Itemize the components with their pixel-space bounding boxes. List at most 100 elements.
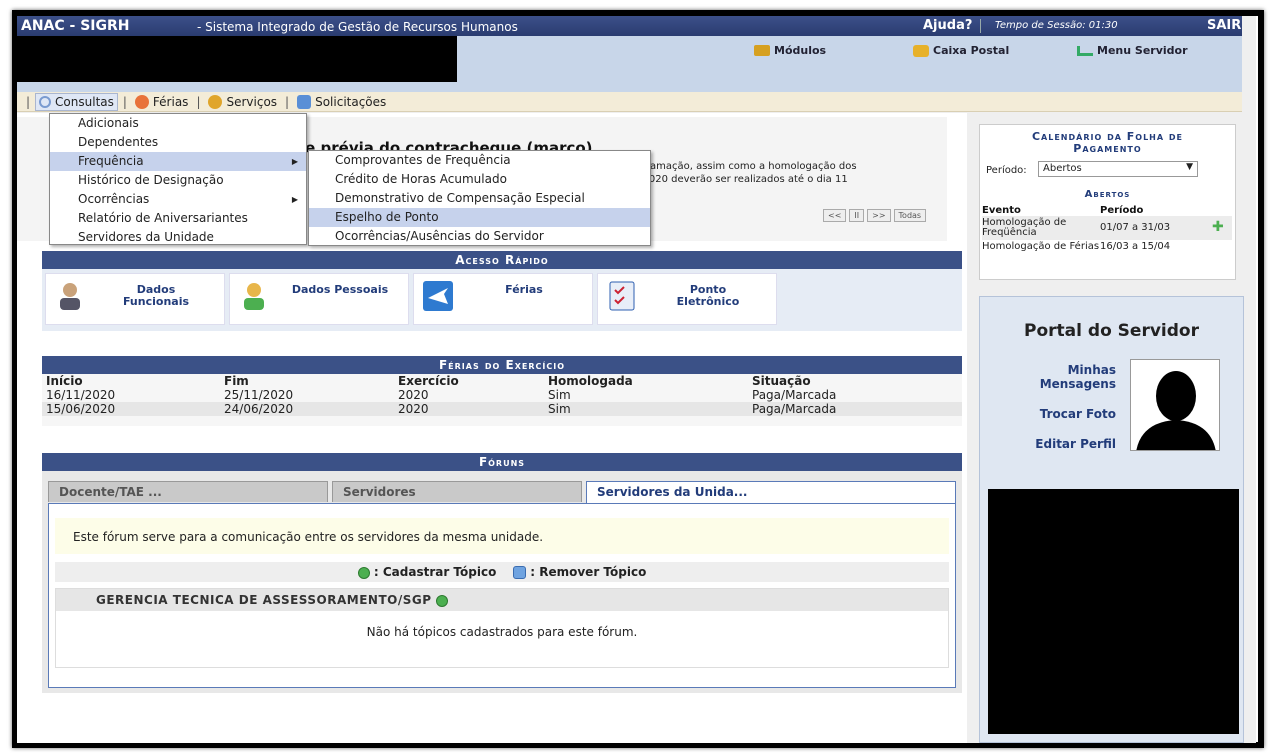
table-cell: 2020	[394, 402, 544, 416]
menu-servidor-button[interactable]: Menu Servidor	[1077, 44, 1188, 57]
menu-solicitacoes-label: Solicitações	[315, 94, 387, 109]
menu-item-frequencia[interactable]: Frequência ▶	[50, 152, 306, 171]
submenu-arrow-icon: ▶	[291, 195, 298, 204]
table-cell[interactable]: ✚	[1212, 216, 1232, 240]
table-cell: 01/07 a 31/03	[1100, 216, 1212, 240]
table-cell: Paga/Marcada	[752, 388, 837, 402]
redacted-panel	[988, 489, 1239, 734]
quick-ferias[interactable]: Férias	[413, 273, 593, 325]
minhas-mensagens-link[interactable]: Minhas Mensagens	[990, 363, 1116, 391]
menu-divider: |	[196, 94, 201, 109]
menu-servidor-label: Menu Servidor	[1097, 44, 1188, 57]
app-subtitle: - Sistema Integrado de Gestão de Recurso…	[197, 20, 518, 34]
modulos-label: Módulos	[774, 44, 827, 57]
avatar	[1130, 359, 1220, 451]
menu-item-dependentes[interactable]: Dependentes	[50, 133, 306, 152]
menu-item-demonstrativo[interactable]: Demonstrativo de Compensação Especial	[309, 189, 650, 208]
column-header: Homologada	[548, 374, 633, 388]
forum-group-header: GERENCIA TECNICA DE ASSESSORAMENTO/SGP	[56, 589, 948, 611]
cadastrar-topico-label[interactable]: : Cadastrar Tópico	[374, 565, 496, 579]
table-cell: Homologação de Férias	[982, 241, 1100, 252]
table-cell	[1212, 240, 1232, 254]
forum-empty-message: Não há tópicos cadastrados para este fór…	[366, 625, 638, 639]
menu-divider: |	[122, 94, 127, 109]
trocar-foto-link[interactable]: Trocar Foto	[990, 407, 1116, 421]
menu-servicos-label: Serviços	[226, 94, 278, 109]
forum-group-name: GERENCIA TECNICA DE ASSESSORAMENTO/SGP	[96, 593, 432, 607]
table-cell: 15/06/2020	[42, 402, 220, 416]
table-cell: Sim	[544, 402, 748, 416]
plus-icon[interactable]: ✚	[1212, 219, 1224, 235]
period-label: Período:	[986, 165, 1027, 176]
quick-dados-pessoais[interactable]: Dados Pessoais	[229, 273, 409, 325]
quick-label: Férias	[505, 283, 543, 296]
menu-item-relatorio-aniversariantes[interactable]: Relatório de Aniversariantes	[50, 209, 306, 228]
menu-item-credito-horas[interactable]: Crédito de Horas Acumulado	[309, 170, 650, 189]
table-header-row: Início Fim Exercício Homologada Situação	[42, 374, 962, 388]
column-header: Período	[1100, 205, 1144, 216]
checklist-icon	[609, 281, 635, 311]
column-header: Situação	[752, 374, 811, 388]
table-cell: 16/03 a 15/04	[1100, 241, 1171, 252]
table-row: 15/06/2020 24/06/2020 2020 Sim Paga/Marc…	[42, 402, 962, 416]
menu-item-adicionais[interactable]: Adicionais	[50, 114, 306, 133]
news-text-line: eprogramação, assim como a homologação d…	[617, 161, 857, 172]
forum-tabs: Docente/TAE ... Servidores Servidores da…	[48, 481, 956, 503]
logout-link[interactable]: SAIR	[1207, 18, 1241, 33]
chevron-down-icon: ▼	[1186, 162, 1193, 172]
menu-ferias[interactable]: Férias	[132, 94, 192, 110]
table-cell: 2020	[398, 388, 429, 402]
ferias-exercicio-panel: Férias do Exercício Início Fim Exercício…	[42, 356, 962, 426]
news-text-line: abril/2020 deverão ser realizados até o …	[617, 174, 848, 185]
menu-solicitacoes[interactable]: Solicitações	[294, 94, 389, 110]
help-link[interactable]: Ajuda?	[923, 18, 972, 33]
pager-pause[interactable]: II	[849, 209, 865, 222]
menu-item-comprovantes[interactable]: Comprovantes de Frequência	[309, 151, 650, 170]
period-value: Abertos	[1043, 163, 1082, 174]
frequencia-submenu: Comprovantes de Frequência Crédito de Ho…	[308, 150, 651, 246]
menu-item-servidores-unidade[interactable]: Servidores da Unidade	[50, 228, 306, 247]
pager-all[interactable]: Todas	[893, 209, 927, 222]
calendario-panel: Calendário da Folha de Pagamento Período…	[979, 124, 1236, 280]
tab-servidores[interactable]: Servidores	[332, 481, 582, 502]
avatar-silhouette-icon	[1136, 371, 1216, 450]
pager-first[interactable]: <<	[823, 209, 847, 222]
remover-topico-label[interactable]: : Remover Tópico	[530, 565, 646, 579]
foruns-panel: Fóruns Docente/TAE ... Servidores Servid…	[42, 453, 962, 693]
column-header	[1212, 205, 1232, 216]
table-header-row: Evento Período	[982, 205, 1232, 216]
menu-item-historico-designacao[interactable]: Histórico de Designação	[50, 171, 306, 190]
period-select[interactable]: Abertos ▼	[1038, 161, 1198, 177]
table-cell: Homologação de Freqüência	[982, 216, 1100, 240]
quick-ponto-eletronico[interactable]: Ponto Eletrônico	[597, 273, 777, 325]
table-cell: 16/11/2020	[46, 388, 116, 402]
menu-divider: |	[285, 94, 290, 109]
editar-perfil-link[interactable]: Editar Perfil	[990, 437, 1116, 451]
employee-icon	[60, 283, 80, 310]
tab-servidores-unidade[interactable]: Servidores da Unida...	[586, 481, 956, 503]
tab-docente-tae[interactable]: Docente/TAE ...	[48, 481, 328, 502]
menu-consultas[interactable]: Consultas	[35, 92, 118, 111]
menu-item-ocorrencias-ausencias[interactable]: Ocorrências/Ausências do Servidor	[309, 227, 650, 246]
forum-tab-body: Este fórum serve para a comunicação entr…	[48, 503, 956, 688]
menu-item-ocorrencias[interactable]: Ocorrências ▶	[50, 190, 306, 209]
table-row: Homologação de Férias 16/03 a 15/04	[982, 240, 1232, 254]
modulos-button[interactable]: Módulos	[754, 44, 826, 57]
menu-servicos[interactable]: Serviços	[205, 94, 280, 110]
person-icon	[244, 283, 264, 310]
pager-next[interactable]: >>	[867, 209, 891, 222]
quick-label: Dados Funcionais	[122, 283, 190, 308]
column-header: Início	[46, 374, 83, 388]
app-window: ANAC - SIGRH - Sistema Integrado de Gest…	[17, 16, 1256, 743]
add-topic-icon[interactable]	[436, 594, 449, 607]
forum-group: GERENCIA TECNICA DE ASSESSORAMENTO/SGP N…	[55, 588, 949, 668]
caixa-postal-button[interactable]: Caixa Postal	[913, 44, 1009, 57]
modules-icon	[754, 45, 770, 56]
menu-item-label: Ocorrências	[78, 192, 150, 206]
menu-consultas-label: Consultas	[55, 94, 114, 109]
form-icon	[297, 94, 312, 109]
menu-item-espelho-ponto[interactable]: Espelho de Ponto	[309, 208, 650, 227]
news-pager: << II >> Todas	[823, 209, 927, 222]
quick-dados-funcionais[interactable]: Dados Funcionais	[45, 273, 225, 325]
news-text: eprogramação, assim como a homologação d…	[617, 160, 937, 186]
